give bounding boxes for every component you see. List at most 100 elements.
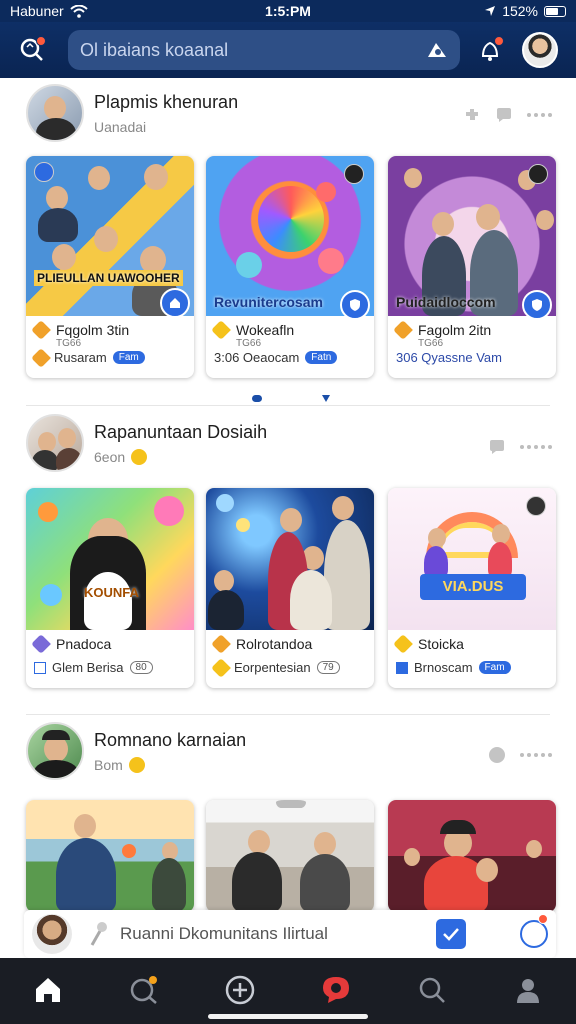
card-line1: Fqgolm 3tin <box>31 320 129 340</box>
heart-icon <box>31 634 51 654</box>
star-icon <box>211 657 231 678</box>
card-line1: Stoicka <box>393 634 464 654</box>
card-line2: Rusaram Fam <box>31 347 145 368</box>
section-avatar[interactable] <box>26 414 84 472</box>
card-thumbnail <box>26 800 194 912</box>
plus-circle-icon <box>225 975 255 1005</box>
more-options-icon[interactable] <box>520 753 552 757</box>
card-line1: Fagolm 2itn <box>393 320 492 340</box>
card-thumbnail: Puidaidloccom <box>388 156 556 320</box>
rainbow-orb-icon <box>258 186 324 252</box>
discover-badge <box>36 36 46 46</box>
shield-icon <box>350 299 360 311</box>
card-thumbnail: PLIEULLAN UAWOOHER <box>26 156 194 318</box>
card-chip-icon <box>526 496 546 516</box>
more-options-icon[interactable] <box>527 113 552 117</box>
notifications-badge <box>494 36 504 46</box>
tab-search[interactable] <box>410 968 454 1012</box>
tab-profile[interactable] <box>506 968 550 1012</box>
card-subtitle: Glem Berisa <box>52 660 124 675</box>
card-line2: Brnoscam Fam <box>396 660 511 675</box>
voice-search-icon[interactable] <box>426 41 448 59</box>
card-pill: Fam <box>112 351 145 364</box>
card-thumb-title: KOUNFA <box>84 585 139 600</box>
card-title: Fagolm 2itn <box>418 322 492 338</box>
mic-icon[interactable] <box>88 921 110 947</box>
tab-home[interactable] <box>26 968 70 1012</box>
chat-icon[interactable] <box>488 438 506 456</box>
explore-icon <box>130 976 157 1004</box>
community-section-3: Romnano karnaian Bom <box>0 722 576 912</box>
section-actions <box>488 746 552 764</box>
card-line1: Pnadoca <box>31 634 111 654</box>
section-subtitle-row: 6eon <box>94 448 267 465</box>
tab-notifications[interactable] <box>314 968 358 1012</box>
community-section-2: Rapanuntaan Dosiaih 6eon KOUNFA Pnadoca … <box>0 414 576 704</box>
card-badge <box>160 288 190 318</box>
card-subtitle: Rusaram <box>54 350 107 365</box>
section-subtitle: Uanadai <box>94 118 147 135</box>
card-line2: Glem Berisa 80 <box>34 660 153 675</box>
mini-player[interactable]: Ruanni Dkomunitans Ilirtual <box>24 910 556 958</box>
search-bar[interactable] <box>68 30 460 70</box>
card-thumb-title: VIA.DUS <box>420 574 526 600</box>
card-meta: TG66 <box>56 338 82 349</box>
section-subtitle: Bom <box>94 756 123 773</box>
checkbox-icon <box>34 661 46 674</box>
profile-avatar[interactable] <box>522 32 558 68</box>
carousel-indicator[interactable] <box>252 395 330 402</box>
heart-icon <box>393 320 413 340</box>
section-avatar[interactable] <box>26 84 84 142</box>
star-icon <box>31 347 51 368</box>
card-title: Stoicka <box>418 636 464 652</box>
community-card[interactable] <box>388 800 556 912</box>
heart-icon <box>211 320 231 340</box>
community-card[interactable]: Puidaidloccom Fagolm 2itn TG66 306 Qyass… <box>388 156 556 378</box>
notifications-button[interactable] <box>470 30 510 70</box>
clock-time: 1:5:PM <box>265 3 311 19</box>
chat-icon[interactable] <box>495 106 513 124</box>
card-thumbnail <box>388 800 556 912</box>
community-card[interactable] <box>206 800 374 912</box>
tab-explore[interactable] <box>122 968 166 1012</box>
card-subtitle: Eorpentesian <box>234 660 311 675</box>
section-title: Romnano karnaian <box>94 729 247 750</box>
section-actions <box>488 438 552 456</box>
status-bar: Habuner 1:5:PM 152% <box>0 0 576 22</box>
card-subtitle: 306 Qyassne Vam <box>396 350 502 365</box>
community-card[interactable]: KOUNFA Pnadoca Glem Berisa 80 <box>26 488 194 688</box>
search-input[interactable] <box>80 39 426 61</box>
community-card[interactable] <box>26 800 194 912</box>
coin-icon <box>128 756 145 773</box>
card-line1: Wokeafln <box>211 320 294 340</box>
more-options-icon[interactable] <box>520 445 552 449</box>
card-thumb-title: Revunitercosam <box>214 294 323 310</box>
timer-icon[interactable] <box>520 914 548 948</box>
tab-create[interactable] <box>218 968 262 1012</box>
card-thumbnail: Revunitercosam <box>206 156 374 320</box>
chat-bubble-icon <box>323 977 349 1003</box>
community-card[interactable]: Rolrotandoa Eorpentesian 79 <box>206 488 374 688</box>
community-card[interactable]: VIA.DUS Stoicka Brnoscam Fam <box>388 488 556 688</box>
card-pill: 79 <box>316 661 340 674</box>
card-thumb-title: PLIEULLAN UAWOOHER <box>34 270 183 286</box>
checkmark-icon <box>443 928 459 941</box>
home-badge-icon <box>170 298 180 308</box>
heart-icon <box>31 320 51 340</box>
home-indicator <box>208 1014 368 1019</box>
section-avatar[interactable] <box>26 722 84 780</box>
section-header: Plapmis khenuran Uanadai <box>26 84 238 142</box>
card-pill: Fam <box>478 661 511 674</box>
shield-icon <box>532 299 542 311</box>
heart-icon <box>393 634 413 654</box>
card-badge <box>340 290 370 320</box>
community-card[interactable]: Revunitercosam Wokeafln TG66 3:06 Oeaoca… <box>206 156 374 378</box>
section-subtitle: 6eon <box>94 448 126 465</box>
puzzle-icon[interactable] <box>463 106 481 124</box>
vote-button[interactable] <box>436 919 466 949</box>
discover-button[interactable] <box>12 30 52 70</box>
chat-icon[interactable] <box>488 746 506 764</box>
community-card[interactable]: PLIEULLAN UAWOOHER Fqgolm 3tin TG66 Rusa… <box>26 156 194 378</box>
coin-icon <box>131 448 148 465</box>
section-actions <box>463 106 552 124</box>
